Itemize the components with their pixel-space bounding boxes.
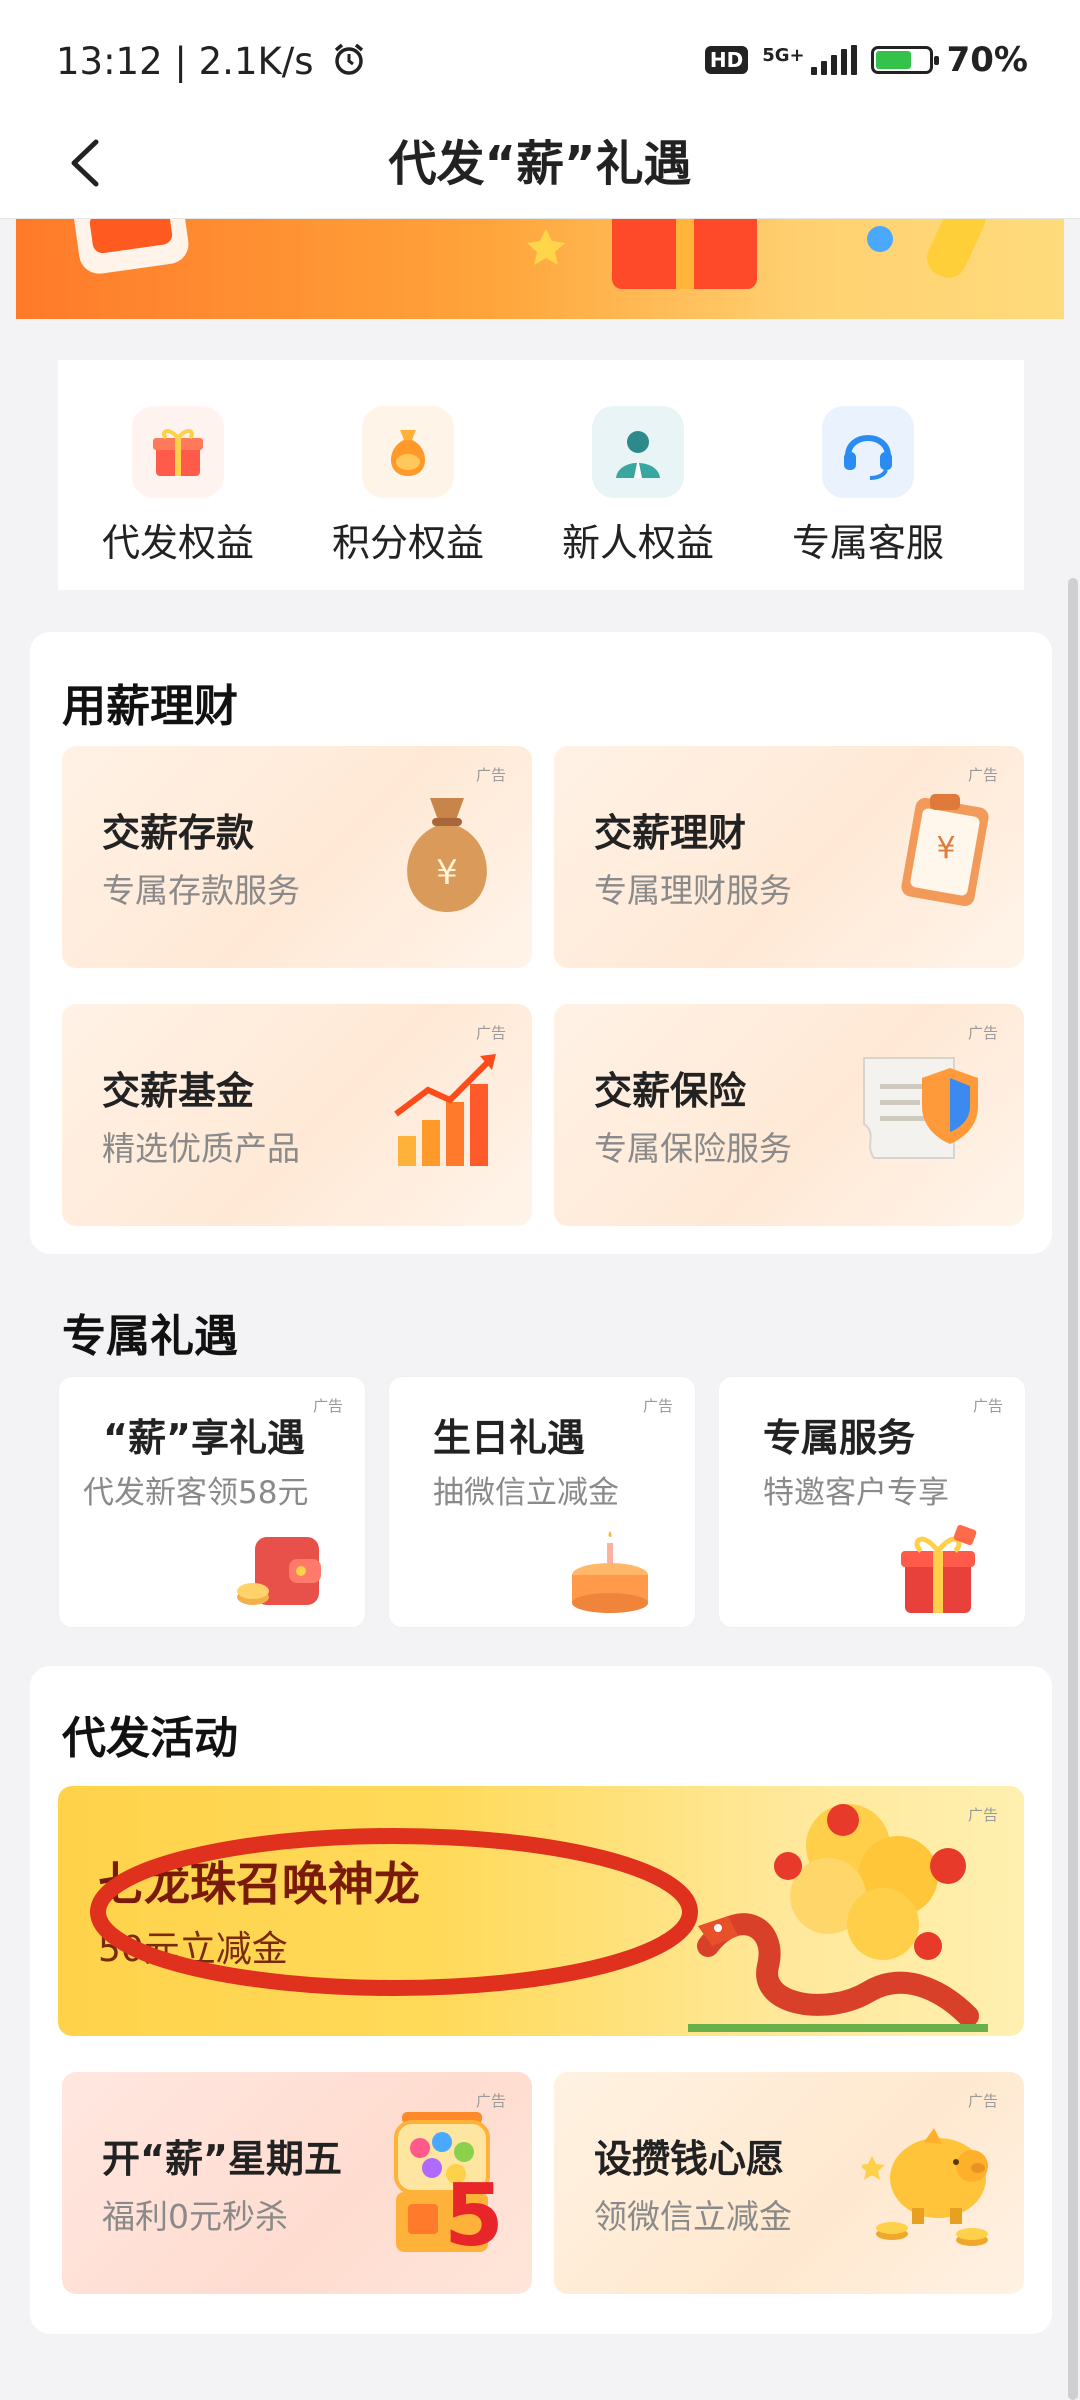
card-subtitle: 专属理财服务 xyxy=(594,871,792,910)
card-title: “薪”享礼遇 xyxy=(103,1416,305,1460)
ad-label: 广告 xyxy=(475,1024,506,1042)
battery-icon xyxy=(870,46,939,74)
activity-banner-dragon[interactable]: 广告 七龙珠召唤神龙 50元立减金 xyxy=(58,1786,1024,2036)
quick-item-newcomer[interactable]: 新人权益 xyxy=(518,360,758,590)
card-subtitle: 福利0元秒杀 xyxy=(102,2197,288,2236)
card-subtitle: 精选优质产品 xyxy=(102,1129,300,1168)
section-title: 用薪理财 xyxy=(62,681,238,732)
finance-card-deposit[interactable]: 广告 交薪存款 专属存款服务 ¥ xyxy=(62,746,532,968)
battery-percent: 70% xyxy=(946,40,1028,80)
card-title: 交薪基金 xyxy=(102,1069,255,1113)
ad-label: 广告 xyxy=(312,1397,343,1415)
dragon-icon xyxy=(678,1796,1008,2036)
gift-box-icon xyxy=(132,406,224,498)
signal-icon: 5G+ xyxy=(762,45,857,75)
activity-card-friday[interactable]: 广告 开“薪”星期五 福利0元秒杀 5 xyxy=(62,2072,532,2294)
money-bag-icon: ¥ xyxy=(392,788,502,922)
activities-section: 代发活动 广告 七龙珠召唤神龙 50元立减金 广告 开“薪”星期五 福利0元秒杀… xyxy=(30,1666,1052,2334)
card-title: 开“薪”星期五 xyxy=(102,2137,342,2181)
rising-chart-icon xyxy=(388,1044,508,1178)
card-title: 交薪存款 xyxy=(102,811,255,855)
ad-label: 广告 xyxy=(967,766,998,784)
alarm-icon xyxy=(331,41,367,86)
birthday-cake-icon xyxy=(561,1527,661,1621)
top-banner[interactable] xyxy=(16,184,1064,319)
finance-card-wealth[interactable]: 广告 交薪理财 专属理财服务 ¥ xyxy=(554,746,1024,968)
card-title: 设攒钱心愿 xyxy=(594,2137,785,2181)
money-bag-icon xyxy=(362,406,454,498)
finance-card-insurance[interactable]: 广告 交薪保险 专属保险服务 xyxy=(554,1004,1024,1226)
clipboard-yuan-icon: ¥ xyxy=(890,786,1000,920)
number-badge: 5 xyxy=(444,2166,504,2266)
finance-section: 用薪理财 广告 交薪存款 专属存款服务 ¥ 广告 交薪理财 专属理财服务 ¥ 广… xyxy=(30,632,1052,1254)
piggy-bank-icon xyxy=(859,2116,1002,2260)
quick-item-label: 代发权益 xyxy=(101,521,254,565)
finance-card-fund[interactable]: 广告 交薪基金 精选优质产品 xyxy=(62,1004,532,1226)
annotation-circle xyxy=(86,1822,726,2006)
card-subtitle: 专属保险服务 xyxy=(594,1129,792,1168)
card-subtitle: 特邀客户专享 xyxy=(763,1475,949,1511)
section-title: 专属礼遇 xyxy=(62,1311,238,1362)
person-icon xyxy=(592,406,684,498)
card-title: 交薪理财 xyxy=(594,811,747,855)
ad-label: 广告 xyxy=(475,766,506,784)
ad-label: 广告 xyxy=(967,1024,998,1042)
card-subtitle: 领微信立减金 xyxy=(594,2197,792,2236)
gift-box-icon xyxy=(891,1523,991,1623)
activity-card-wish[interactable]: 广告 设攒钱心愿 领微信立减金 xyxy=(554,2072,1024,2294)
gift-card-service[interactable]: 广告 专属服务 特邀客户专享 xyxy=(718,1376,1026,1628)
shield-document-icon xyxy=(854,1044,994,1178)
section-title: 代发活动 xyxy=(62,1713,238,1764)
svg-text:¥: ¥ xyxy=(436,853,458,893)
page-title: 代发“薪”礼遇 xyxy=(388,136,692,192)
card-subtitle: 专属存款服务 xyxy=(102,871,300,910)
quick-item-label: 积分权益 xyxy=(331,521,484,565)
gift-card-salary[interactable]: 广告 “薪”享礼遇 代发新客领58元 xyxy=(58,1376,366,1628)
quick-item-label: 专属客服 xyxy=(791,521,944,565)
quick-item-points[interactable]: 积分权益 xyxy=(288,360,528,590)
card-subtitle: 代发新客领58元 xyxy=(83,1475,309,1511)
quick-item-daifa[interactable]: 代发权益 xyxy=(58,360,298,590)
wallet-icon xyxy=(229,1529,329,1623)
scrollbar[interactable] xyxy=(1068,578,1078,2400)
hd-badge: HD xyxy=(704,46,749,74)
card-title: 交薪保险 xyxy=(594,1069,747,1113)
network-speed: 2.1K/s xyxy=(198,40,314,83)
gift-card-birthday[interactable]: 广告 生日礼遇 抽微信立减金 xyxy=(388,1376,696,1628)
headset-icon xyxy=(822,406,914,498)
quick-item-label: 新人权益 xyxy=(561,521,714,565)
ad-label: 广告 xyxy=(967,2092,998,2110)
quick-menu: 代发权益 积分权益 新人权益 专属客服 xyxy=(58,360,1024,590)
card-subtitle: 抽微信立减金 xyxy=(433,1475,619,1511)
card-title: 生日礼遇 xyxy=(433,1416,586,1460)
svg-text:¥: ¥ xyxy=(936,831,955,866)
ad-label: 广告 xyxy=(642,1397,673,1415)
quick-item-service[interactable]: 专属客服 xyxy=(748,360,988,590)
ad-label: 广告 xyxy=(972,1397,1003,1415)
status-right: HD 5G+ 70% xyxy=(704,40,1028,80)
status-time: 13:12 | 2.1K/s xyxy=(56,40,367,86)
card-title: 专属服务 xyxy=(763,1416,916,1460)
